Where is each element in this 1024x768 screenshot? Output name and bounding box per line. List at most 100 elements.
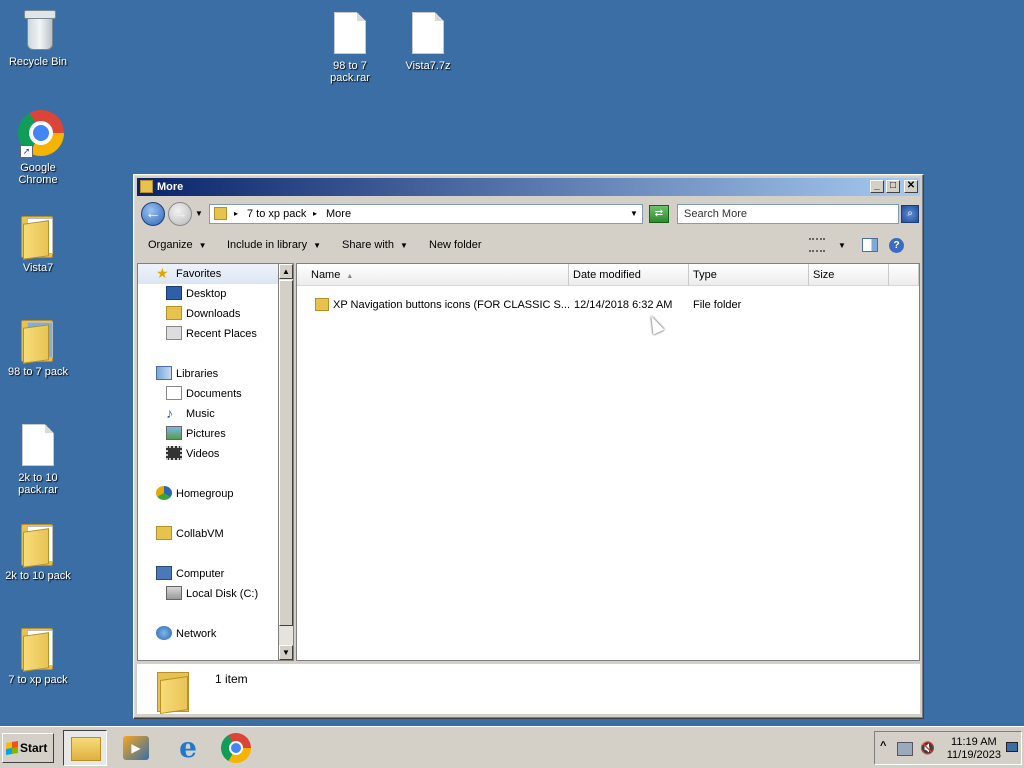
new-folder-button[interactable]: New folder [429,239,482,251]
nav-documents[interactable]: Documents [166,385,242,403]
nav-pictures[interactable]: Pictures [166,425,226,443]
forward-arrow-icon: → [172,205,188,222]
desktop-icon-label: 7 to xp pack [8,674,68,686]
show-desktop-icon[interactable] [1006,742,1018,752]
volume-muted-icon[interactable]: 🔇 [920,741,935,755]
address-bar[interactable]: ▸ 7 to xp pack ▸ More ▼ [209,204,643,224]
taskbar-chrome-button[interactable] [214,730,258,766]
refresh-button[interactable]: ⇄ [649,205,669,223]
file-date-modified: 12/14/2018 6:32 AM [574,299,673,311]
breadcrumb-separator[interactable]: ▸ [234,209,238,218]
address-dropdown[interactable]: ▼ [630,209,638,218]
nav-network[interactable]: Network [156,625,216,643]
nav-libraries[interactable]: Libraries [156,365,218,383]
column-header-type[interactable]: Type [689,264,809,286]
nav-label: Pictures [186,428,226,440]
breadcrumb-more[interactable]: More [326,208,351,220]
nav-videos[interactable]: Videos [166,445,219,463]
nav-favorites[interactable]: ★ Favorites [156,265,221,283]
view-options-dropdown[interactable]: ▼ [838,241,846,250]
folder-icon [156,526,172,541]
organize-button[interactable]: Organize ▼ [148,239,207,251]
breadcrumb-7-to-xp-pack[interactable]: 7 to xp pack [247,208,306,220]
explorer-window: More _ □ ✕ ← → ▼ ▸ 7 to xp pack ▸ More ▼… [133,174,924,719]
desktop-icon-vista7-7z[interactable]: Vista7.7z [390,12,466,72]
star-icon: ★ [156,265,169,282]
desktop-icon-google-chrome[interactable]: ➚ Google Chrome [0,110,76,186]
forward-button[interactable]: → [168,202,192,226]
help-icon[interactable]: ? [889,238,904,253]
network-status-icon[interactable] [897,742,913,756]
back-arrow-icon: ← [145,205,161,222]
search-icon: ⌕ [907,208,913,219]
homegroup-icon [156,486,172,501]
nav-downloads[interactable]: Downloads [166,305,240,323]
recent-pages-dropdown[interactable]: ▼ [195,209,203,218]
scroll-up-button[interactable]: ▲ [279,264,293,279]
taskbar-internet-explorer-button[interactable]: e [166,730,210,766]
nav-local-disk[interactable]: Local Disk (C:) [166,585,258,603]
navigation-pane: ★ Favorites Desktop Downloads Recent Plac… [137,263,278,661]
show-hidden-icons-button[interactable]: ^ [880,740,886,752]
title-bar[interactable]: More _ □ ✕ [137,178,920,196]
maximize-button[interactable]: □ [886,180,900,193]
desktop-icon-2k-to-10-pack[interactable]: 2k to 10 pack [0,522,76,582]
breadcrumb-separator[interactable]: ▸ [313,209,317,218]
nav-desktop[interactable]: Desktop [166,285,226,303]
documents-icon [166,386,182,401]
nav-label: CollabVM [176,528,224,540]
share-with-button[interactable]: Share with ▼ [342,239,408,251]
column-header-date-modified[interactable]: Date modified [569,264,689,286]
table-row[interactable]: XP Navigation buttons icons (FOR CLASSIC… [297,296,897,314]
nav-collabvm[interactable]: CollabVM [156,525,224,543]
chrome-icon: ➚ [18,110,64,158]
start-button[interactable]: Start [2,733,54,763]
nav-music[interactable]: ♪ Music [166,405,215,423]
desktop-icon-label: Vista7.7z [405,60,451,72]
folder-icon [18,318,58,364]
recycle-bin-icon [18,8,58,52]
preview-pane-icon[interactable] [862,238,878,252]
search-input[interactable]: Search More [677,204,899,224]
close-button[interactable]: ✕ [904,180,918,193]
search-button[interactable]: ⌕ [901,205,919,223]
desktop-icon-2k-to-10-pack-rar[interactable]: 2k to 10 pack.rar [0,424,76,496]
desktop-icon-recycle-bin[interactable]: Recycle Bin [0,8,76,68]
minimize-button[interactable]: _ [870,180,884,193]
folder-icon [157,670,191,714]
scroll-thumb[interactable] [279,280,293,626]
navigation-bar: ← → ▼ ▸ 7 to xp pack ▸ More ▼ ⇄ Search M… [137,198,920,230]
command-bar: Organize ▼ Include in library ▼ Share with… [137,232,920,260]
nav-label: Downloads [186,308,241,320]
scroll-down-button[interactable]: ▼ [279,645,293,660]
column-header-name[interactable]: Name ▲ [297,264,569,286]
desktop-icon-vista7[interactable]: Vista7 [0,214,76,274]
explorer-icon [71,737,101,761]
nav-recent-places[interactable]: Recent Places [166,325,257,343]
desktop-icon-98-to-7-pack-rar[interactable]: 98 to 7 pack.rar [312,12,388,84]
desktop-icon-7-to-xp-pack[interactable]: 7 to xp pack [0,626,76,686]
details-pane: 1 item [137,663,920,714]
desktop-icon-98-to-7-pack[interactable]: 98 to 7 pack [0,318,76,378]
back-button[interactable]: ← [141,202,165,226]
recent-places-icon [166,326,182,341]
folder-icon [18,214,58,260]
desktop-icon-label: Recycle Bin [8,56,68,68]
nav-label: Music [186,408,215,420]
organize-label: Organize [148,239,193,251]
item-count: 1 item [215,672,248,686]
navigation-pane-scrollbar[interactable]: ▲ ▼ [278,263,294,661]
clock[interactable]: 11:19 AM 11/19/2023 [947,736,1001,762]
nav-label: Libraries [176,368,219,380]
column-header-size[interactable]: Size [809,264,889,286]
file-icon [408,12,448,56]
computer-icon [156,566,172,581]
include-in-library-button[interactable]: Include in library ▼ [227,239,321,251]
nav-homegroup[interactable]: Homegroup [156,485,233,503]
nav-computer[interactable]: Computer [156,565,224,583]
taskbar-media-player-button[interactable]: ▶ [114,730,158,766]
taskbar: Start ▶ e ^ 🔇 11:19 AM 11/19/2023 [0,726,1024,768]
taskbar-explorer-button[interactable] [63,730,107,766]
column-header-label: Name [311,269,341,281]
change-view-icon[interactable] [809,238,825,252]
